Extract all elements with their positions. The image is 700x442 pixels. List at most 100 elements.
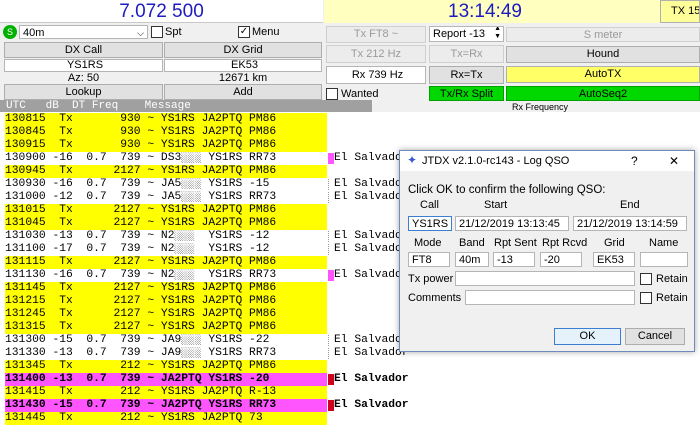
auto-tx-button[interactable]: AutoTX: [506, 66, 700, 83]
country-label: El Salvador: [334, 334, 409, 346]
tx-power-input[interactable]: [455, 271, 635, 286]
message-text: 131415 Tx 212 ~ YS1RS JA2PTQ R-13: [5, 386, 327, 399]
end-label: End: [620, 199, 640, 211]
band-label: Band: [459, 237, 485, 249]
message-text: 131130 -16 0.7 739 ~ N2░░░ YS1RS RR73: [5, 269, 277, 281]
message-text: 131245 Tx 2127 ~ YS1RS JA2PTQ PM86: [5, 308, 327, 321]
message-text: 131215 Tx 2127 ~ YS1RS JA2PTQ PM86: [5, 295, 327, 308]
country-label: El Salvador: [334, 399, 409, 411]
retain-comments-label: Retain: [656, 292, 688, 304]
comments-input[interactable]: [465, 290, 635, 305]
message-text: 131045 Tx 2127 ~ YS1RS JA2PTQ PM86: [5, 217, 327, 230]
message-row[interactable]: 131400 -13 0.7 739 ~ JA2PTQ YS1RS -20 El …: [0, 373, 700, 386]
message-row[interactable]: 131415 Tx 212 ~ YS1RS JA2PTQ R-13: [0, 386, 700, 399]
message-text: 130815 Tx 930 ~ YS1RS JA2PTQ PM86: [5, 113, 327, 126]
add-button[interactable]: Add: [164, 84, 322, 100]
message-row[interactable]: 130845 Tx 930 ~ YS1RS JA2PTQ PM86: [0, 126, 700, 139]
dx-call-button[interactable]: DX Call: [4, 42, 163, 58]
lookup-button[interactable]: Lookup: [4, 84, 163, 100]
retain-comments-checkbox[interactable]: [640, 292, 652, 304]
country-label: El Salvador: [334, 243, 409, 255]
dx-grid-button[interactable]: DX Grid: [164, 42, 322, 58]
wanted-label: Wanted: [341, 88, 379, 100]
country-label: El Salvador: [334, 347, 409, 359]
dialog-titlebar[interactable]: ✦ JTDX v2.1.0-rc143 - Log QSO ? ✕: [400, 151, 694, 171]
azimuth-label: Az: 50: [67, 72, 100, 84]
country-label: El Salvador: [334, 178, 409, 190]
tx-equals-rx-button[interactable]: Tx=Rx: [429, 45, 504, 63]
rpt-rcvd-input[interactable]: -20: [540, 252, 582, 267]
s-meter-display: S meter: [506, 27, 700, 42]
country-label: El Salvador: [334, 191, 409, 203]
message-text: 131115 Tx 2127 ~ YS1RS JA2PTQ PM86: [5, 256, 327, 269]
ok-button[interactable]: OK: [554, 328, 621, 345]
comments-label: Comments: [408, 292, 462, 304]
hound-button[interactable]: Hound: [506, 46, 700, 63]
status-s-icon[interactable]: S: [3, 25, 17, 39]
rx-frequency-field[interactable]: Rx 739 Hz: [326, 66, 426, 84]
message-row[interactable]: 131345 Tx 212 ~ YS1RS JA2PTQ PM86: [0, 360, 700, 373]
dx-grid-input[interactable]: EK53: [164, 59, 322, 72]
tx-mode-button[interactable]: Tx FT8 ~: [326, 26, 426, 43]
wanted-checkbox[interactable]: [326, 88, 338, 100]
auto-seq-button[interactable]: AutoSeq2: [506, 86, 700, 101]
message-text: 131000 -12 0.7 739 ~ JA5░░░ YS1RS RR73: [5, 191, 277, 203]
grid-label: Grid: [604, 237, 625, 249]
call-input[interactable]: YS1RS: [408, 216, 452, 231]
close-icon[interactable]: ✕: [669, 154, 679, 168]
end-input[interactable]: 21/12/2019 13:14:59: [573, 216, 687, 231]
name-label: Name: [649, 237, 679, 249]
app-star-icon: ✦: [407, 153, 418, 167]
message-text: 131300 -15 0.7 739 ~ JA9░░░ YS1RS -22: [5, 334, 270, 346]
message-text: 131145 Tx 2127 ~ YS1RS JA2PTQ PM86: [5, 282, 327, 295]
band-input[interactable]: 40m: [455, 252, 489, 267]
message-text: 131345 Tx 212 ~ YS1RS JA2PTQ PM86: [5, 360, 327, 373]
help-icon[interactable]: ?: [631, 154, 638, 168]
message-text: 131315 Tx 2127 ~ YS1RS JA2PTQ PM86: [5, 321, 327, 334]
rpt-rcvd-label: Rpt Rcvd: [542, 237, 588, 249]
dx-call-input[interactable]: YS1RS: [4, 59, 163, 72]
rpt-sent-input[interactable]: -13: [493, 252, 535, 267]
start-input[interactable]: 21/12/2019 13:13:45: [455, 216, 569, 231]
tx-rx-split-button[interactable]: Tx/Rx Split: [429, 86, 504, 101]
spt-checkbox[interactable]: [151, 26, 163, 38]
rpt-sent-label: Rpt Sent: [494, 237, 537, 249]
country-label: El Salvador: [334, 230, 409, 242]
mode-label: Mode: [414, 237, 442, 249]
message-text: 131330 -13 0.7 739 ~ JA9░░░ YS1RS RR73: [5, 347, 277, 359]
distance-label: 12671 km: [218, 72, 268, 84]
check-icon: ✓: [239, 26, 249, 37]
name-input[interactable]: [640, 252, 688, 267]
menu-label: Menu: [252, 26, 280, 38]
country-label: El Salvador: [334, 269, 409, 281]
frequency-display: 7.072 500: [119, 1, 204, 22]
mode-input[interactable]: FT8: [408, 252, 450, 267]
message-row[interactable]: 131430 -15 0.7 739 ~ JA2PTQ YS1RS RR73 El…: [0, 399, 700, 412]
message-text: 131030 -13 0.7 739 ~ N2░░░ YS1RS -12: [5, 230, 270, 242]
chevron-down-icon: ⌵: [137, 28, 144, 38]
spin-arrows-icon: ▲ ▼: [494, 26, 501, 40]
grid-input[interactable]: EK53: [593, 252, 635, 267]
menu-checkbox[interactable]: ✓: [238, 26, 250, 38]
start-label: Start: [484, 199, 508, 211]
tx-frequency-field[interactable]: Tx 212 Hz: [326, 45, 426, 63]
dialog-title: JTDX v2.1.0-rc143 - Log QSO: [422, 155, 570, 167]
cancel-button[interactable]: Cancel: [625, 328, 685, 345]
call-label: Call: [420, 199, 439, 211]
message-text: 130900 -16 0.7 739 ~ DS3░░░ YS1RS RR73: [5, 152, 277, 164]
retain-tx-power-checkbox[interactable]: [640, 273, 652, 285]
message-row[interactable]: 130815 Tx 930 ~ YS1RS JA2PTQ PM86: [0, 113, 700, 126]
dialog-prompt: Click OK to confirm the following QSO:: [408, 184, 606, 196]
retain-tx-power-label: Retain: [656, 273, 688, 285]
band-value: 40m: [23, 27, 45, 39]
message-text: 130915 Tx 930 ~ YS1RS JA2PTQ PM86: [5, 139, 327, 152]
spt-label: Spt: [165, 26, 182, 38]
message-text: 130845 Tx 930 ~ YS1RS JA2PTQ PM86: [5, 126, 327, 139]
report-spinbox[interactable]: Report -13 ▲ ▼: [429, 26, 504, 42]
country-label: El Salvador: [334, 373, 409, 385]
rx-equals-tx-button[interactable]: Rx=Tx: [429, 66, 504, 84]
band-select[interactable]: 40m ⌵: [19, 25, 148, 39]
message-row[interactable]: 131445 Tx 212 ~ YS1RS JA2PTQ 73: [0, 412, 700, 425]
tx-period-box: TX 15: [660, 0, 700, 23]
message-text: 130930 -16 0.7 739 ~ JA5░░░ YS1RS -15: [5, 178, 270, 190]
